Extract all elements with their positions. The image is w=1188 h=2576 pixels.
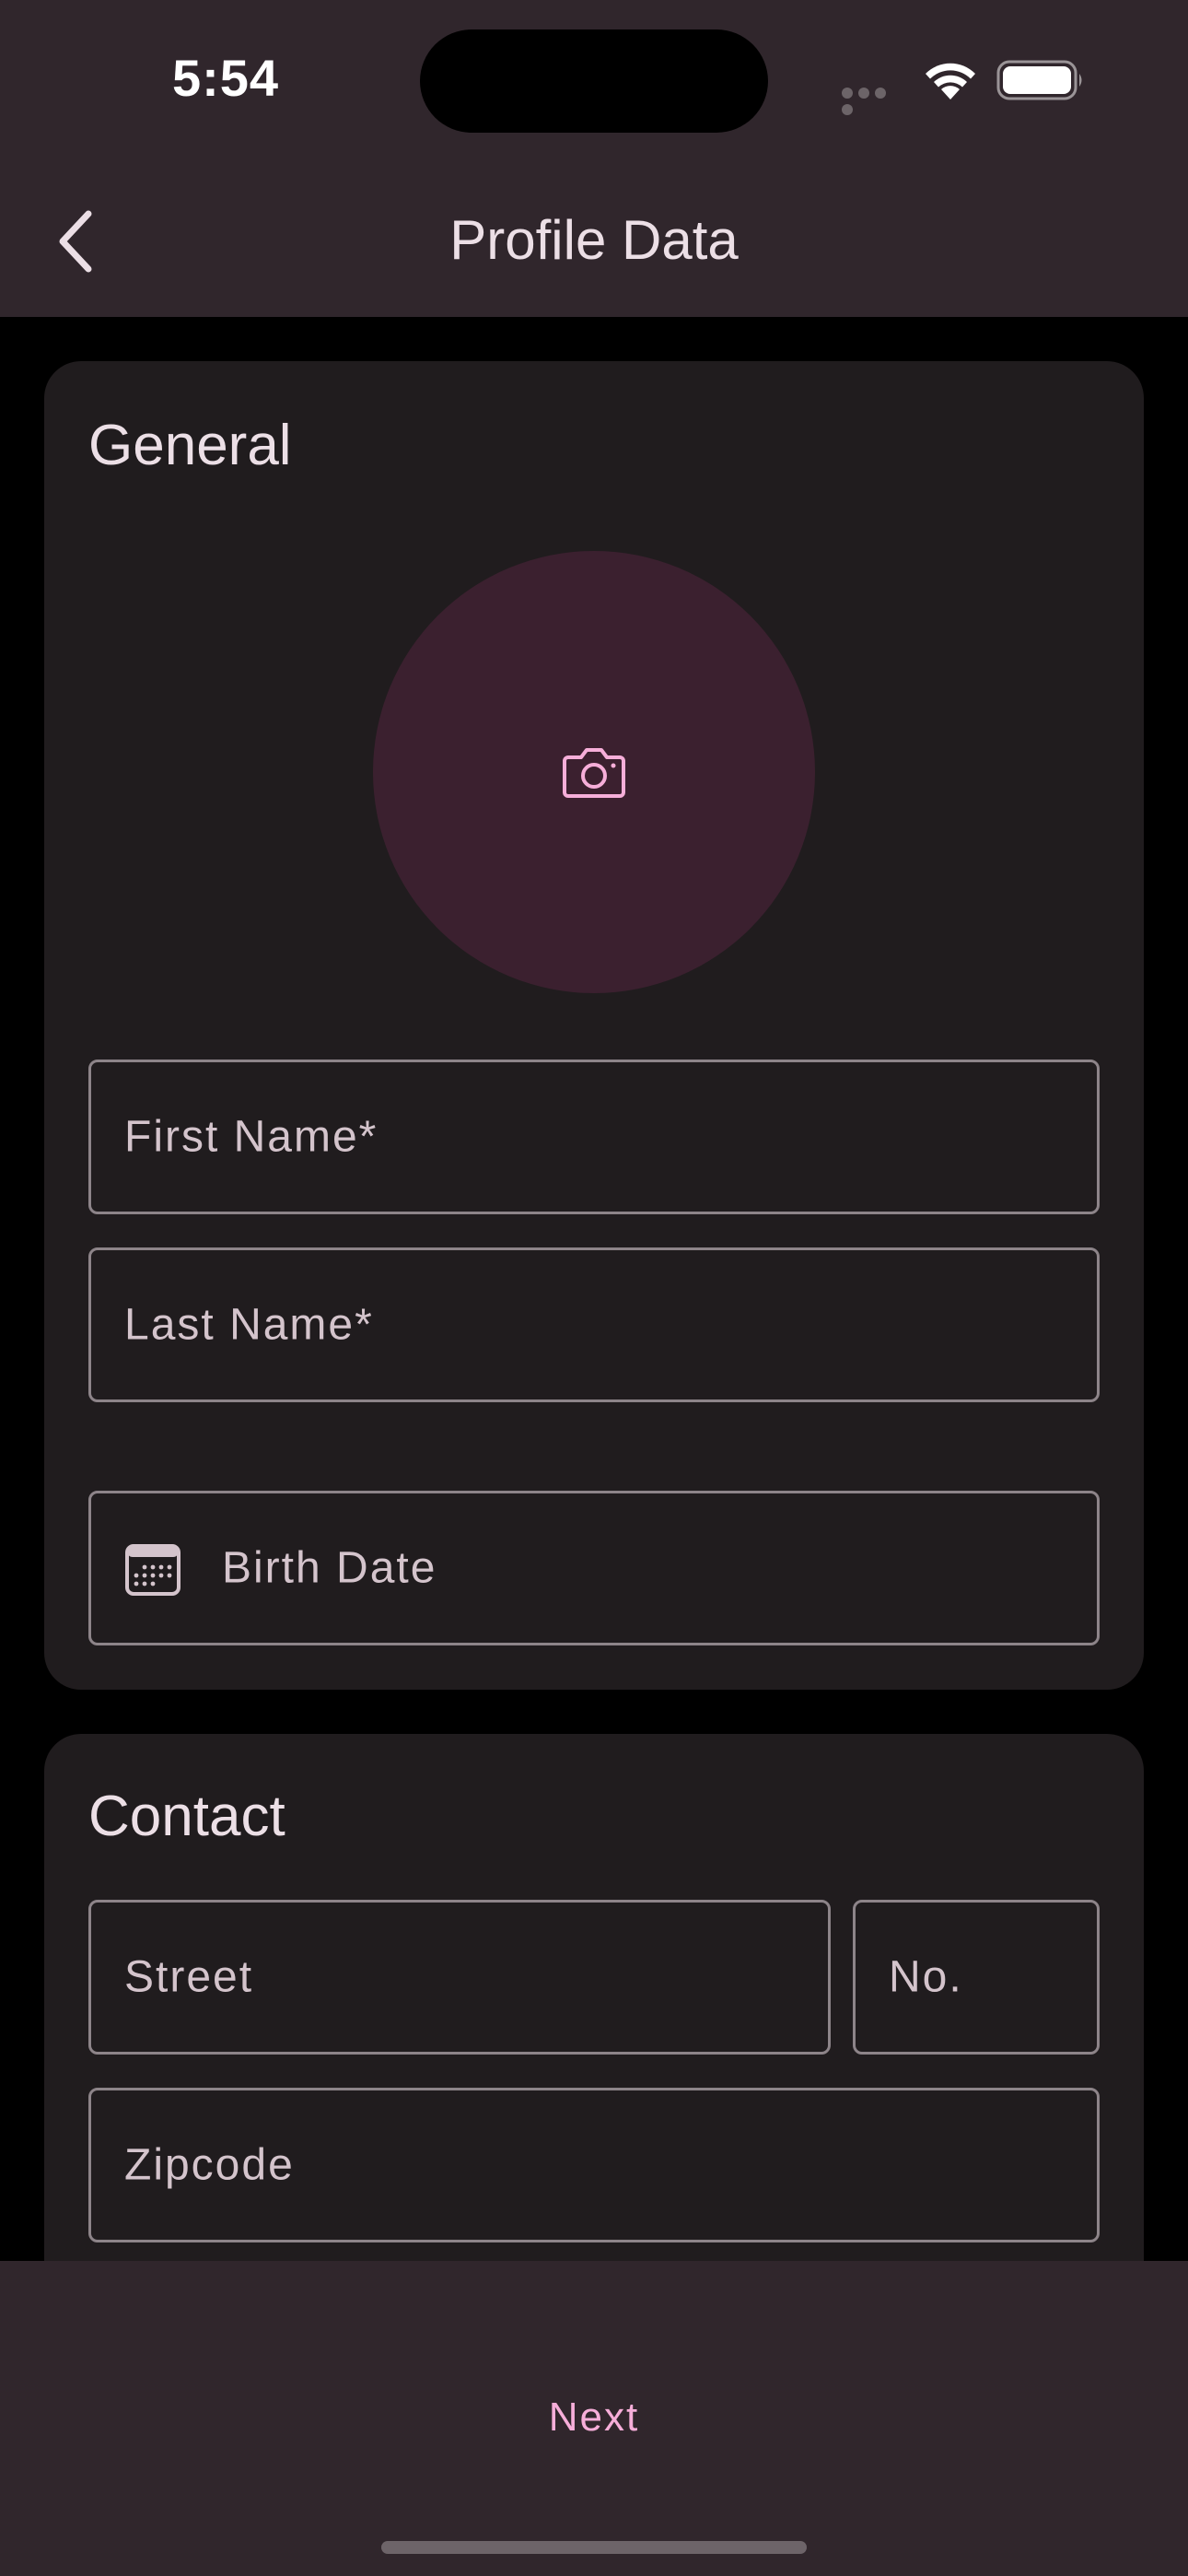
- page-title: Profile Data: [449, 209, 739, 271]
- last-name-label: Last Name*: [124, 1300, 374, 1350]
- general-card: General First Name* Last Name* Birth Dat…: [44, 361, 1144, 1690]
- first-name-label: First Name*: [124, 1112, 379, 1162]
- top-bar: 5:54 Profile Data: [0, 0, 1188, 317]
- street-field[interactable]: Street: [88, 1900, 831, 2055]
- home-indicator: [381, 2541, 807, 2554]
- cellular-signal-icon: [842, 87, 906, 115]
- street-label: Street: [124, 1952, 254, 2002]
- camera-icon: [563, 748, 625, 798]
- battery-icon: [996, 60, 1082, 100]
- screen: 5:54 Profile Data General First Name* La…: [0, 0, 1188, 2576]
- house-number-field[interactable]: No.: [853, 1900, 1100, 2055]
- first-name-field[interactable]: First Name*: [88, 1060, 1100, 1214]
- bottom-bar: Next: [0, 2261, 1188, 2576]
- status-time: 5:54: [171, 49, 280, 107]
- wifi-icon: [926, 63, 975, 100]
- birth-date-field[interactable]: Birth Date: [88, 1491, 1100, 1645]
- avatar-picker[interactable]: [373, 551, 815, 993]
- house-number-label: No.: [889, 1952, 963, 2002]
- birth-date-label: Birth Date: [222, 1543, 437, 1593]
- next-button[interactable]: Next: [456, 2353, 732, 2482]
- contact-section-title: Contact: [88, 1785, 285, 1848]
- dynamic-island: [420, 29, 768, 133]
- general-section-title: General: [88, 414, 292, 477]
- zipcode-field[interactable]: Zipcode: [88, 2088, 1100, 2242]
- last-name-field[interactable]: Last Name*: [88, 1247, 1100, 1402]
- zipcode-label: Zipcode: [124, 2140, 295, 2190]
- calendar-icon: [125, 1544, 181, 1596]
